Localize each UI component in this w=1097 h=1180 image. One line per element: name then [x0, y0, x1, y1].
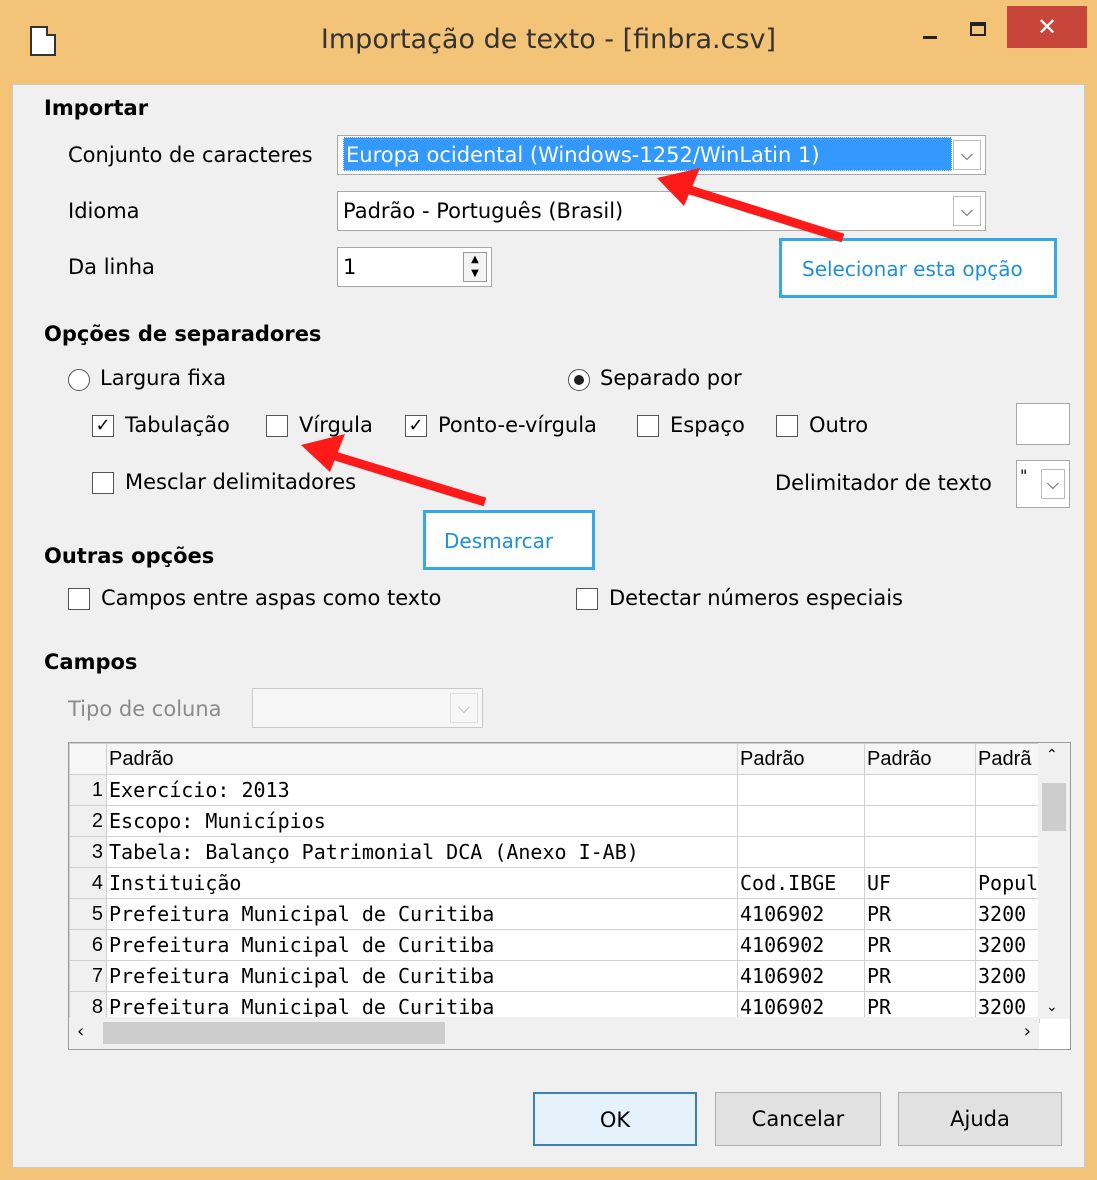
dialog-window: Importação de texto - [finbra.csv] ✕ Imp… — [0, 0, 1097, 1180]
arrow-to-comma — [301, 434, 487, 507]
arrow-to-charset — [657, 168, 845, 243]
annotation-arrows — [301, 168, 845, 507]
